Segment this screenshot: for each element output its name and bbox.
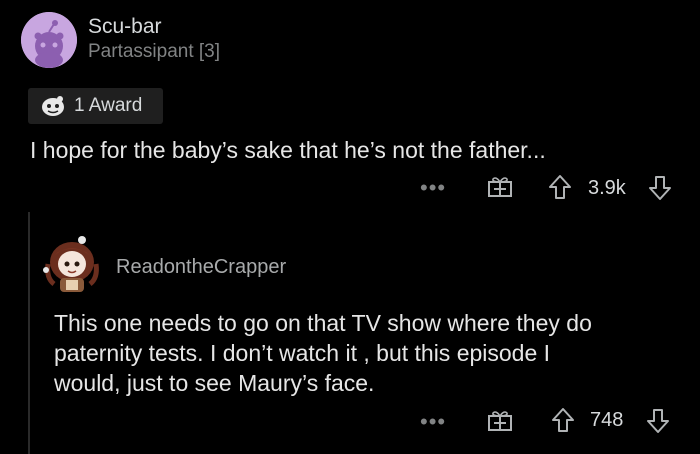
downvote-icon[interactable] [648,175,672,201]
anime-avatar-icon [43,236,99,292]
award-label: 1 Award [74,95,143,116]
upvote-icon[interactable] [551,407,575,433]
reply-body-line: would, just to see Maury’s face. [54,370,375,396]
upvote-icon[interactable] [548,174,572,200]
avatar[interactable] [21,12,77,68]
user-flair: Partassipant [3] [88,41,221,62]
more-icon[interactable]: ••• [420,177,446,199]
award-icon [42,96,64,116]
more-icon[interactable]: ••• [420,411,446,433]
reply-body-line: This one needs to go on that TV show whe… [54,310,592,336]
reply-body: This one needs to go on that TV show whe… [54,308,694,398]
username[interactable]: Scu-bar [88,14,162,40]
comment-body: I hope for the baby’s sake that he’s not… [30,137,546,163]
username[interactable]: ReadontheCrapper [116,255,286,279]
vote-count: 3.9k [588,177,626,199]
thread-line[interactable] [28,212,30,454]
snoo-avatar-icon [21,12,77,68]
vote-count: 748 [590,409,624,431]
downvote-icon[interactable] [646,408,670,434]
reply-body-line: paternity tests. I don’t watch it , but … [54,340,551,366]
gift-icon[interactable] [486,408,514,432]
avatar[interactable] [42,234,106,298]
gift-icon[interactable] [486,174,514,198]
